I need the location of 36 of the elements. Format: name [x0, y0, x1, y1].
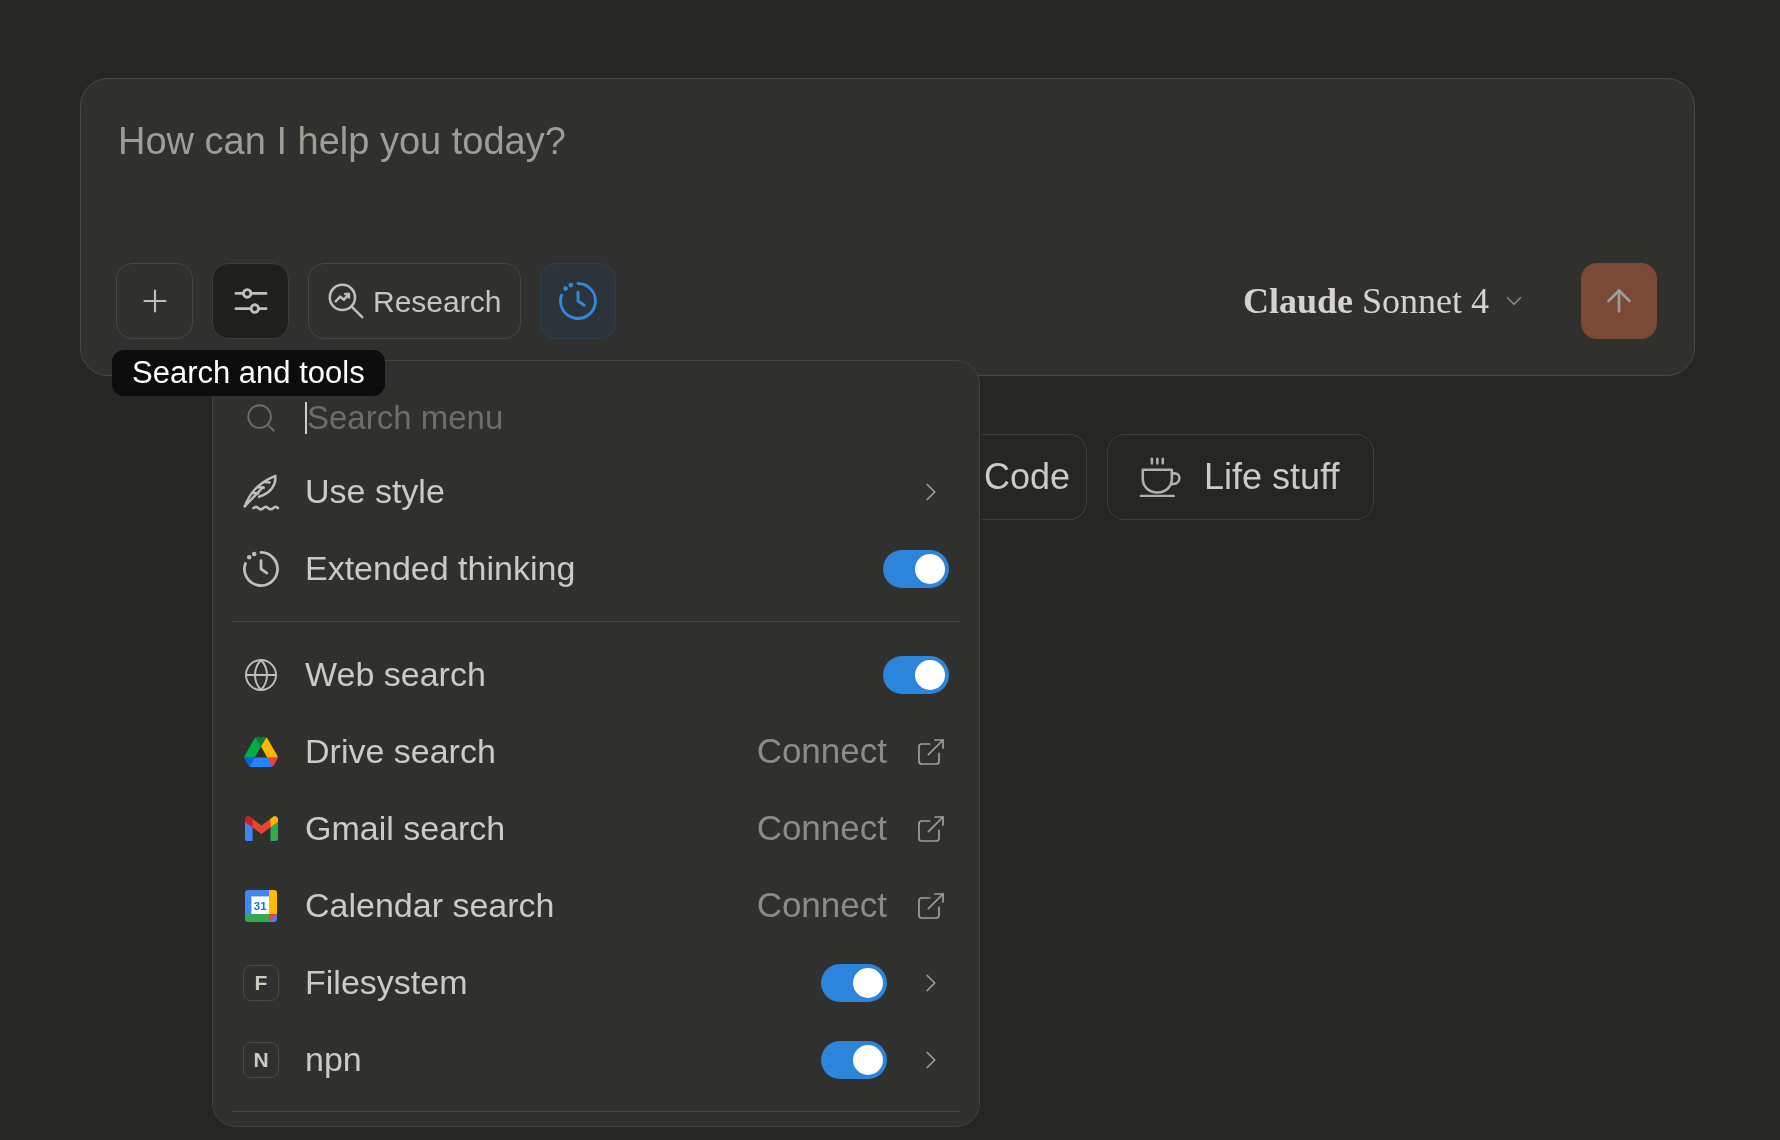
magnifier-trend-icon: [328, 283, 364, 319]
menu-item-label[interactable]: npn: [305, 1034, 362, 1085]
toggle-switch[interactable]: [821, 963, 887, 1002]
menu-item-label[interactable]: Web search: [305, 649, 486, 700]
search-icon: [244, 401, 278, 435]
menu-item-label[interactable]: Calendar search: [305, 880, 555, 931]
connect-link[interactable]: Connect: [756, 802, 887, 855]
quill-waves-icon: [242, 472, 280, 511]
menu-item-label[interactable]: Filesystem: [305, 957, 468, 1008]
menu-item-label[interactable]: Extended thinking: [305, 543, 576, 594]
toggle-switch[interactable]: [821, 1040, 887, 1079]
calendar-logo-icon: 31: [245, 889, 277, 922]
thinking-button[interactable]: [540, 263, 617, 339]
drive-logo-icon: [244, 736, 278, 767]
menu-item-label[interactable]: Use style: [305, 466, 445, 517]
model-selector[interactable]: Claude Sonnet 4: [1242, 274, 1527, 328]
connect-link[interactable]: Connect: [756, 879, 887, 932]
initial-tile: N: [243, 1041, 279, 1078]
toggle-switch[interactable]: [883, 655, 949, 694]
initial-tile: F: [243, 964, 279, 1001]
tools-button[interactable]: [212, 263, 289, 339]
search-field[interactable]: Search menu: [307, 399, 949, 437]
connect-link[interactable]: Connect: [756, 725, 887, 778]
menu-item-label[interactable]: Gmail search: [305, 803, 506, 854]
message-input[interactable]: How can I help you today?: [116, 117, 1657, 177]
menu-item-label[interactable]: Drive search: [305, 726, 496, 777]
clock-icon: [559, 282, 598, 320]
toggle-switch[interactable]: [883, 549, 949, 588]
globe-icon: [243, 656, 279, 693]
tooltip: Search and tools: [112, 350, 385, 396]
gmail-logo-icon: [244, 816, 278, 841]
category-chip[interactable]: Code: [982, 434, 1088, 520]
category-chip[interactable]: Life stuff: [1107, 434, 1375, 520]
coffee-cup-icon: [1139, 457, 1183, 497]
clock-icon: [243, 550, 279, 587]
research-button[interactable]: Research: [308, 263, 522, 339]
